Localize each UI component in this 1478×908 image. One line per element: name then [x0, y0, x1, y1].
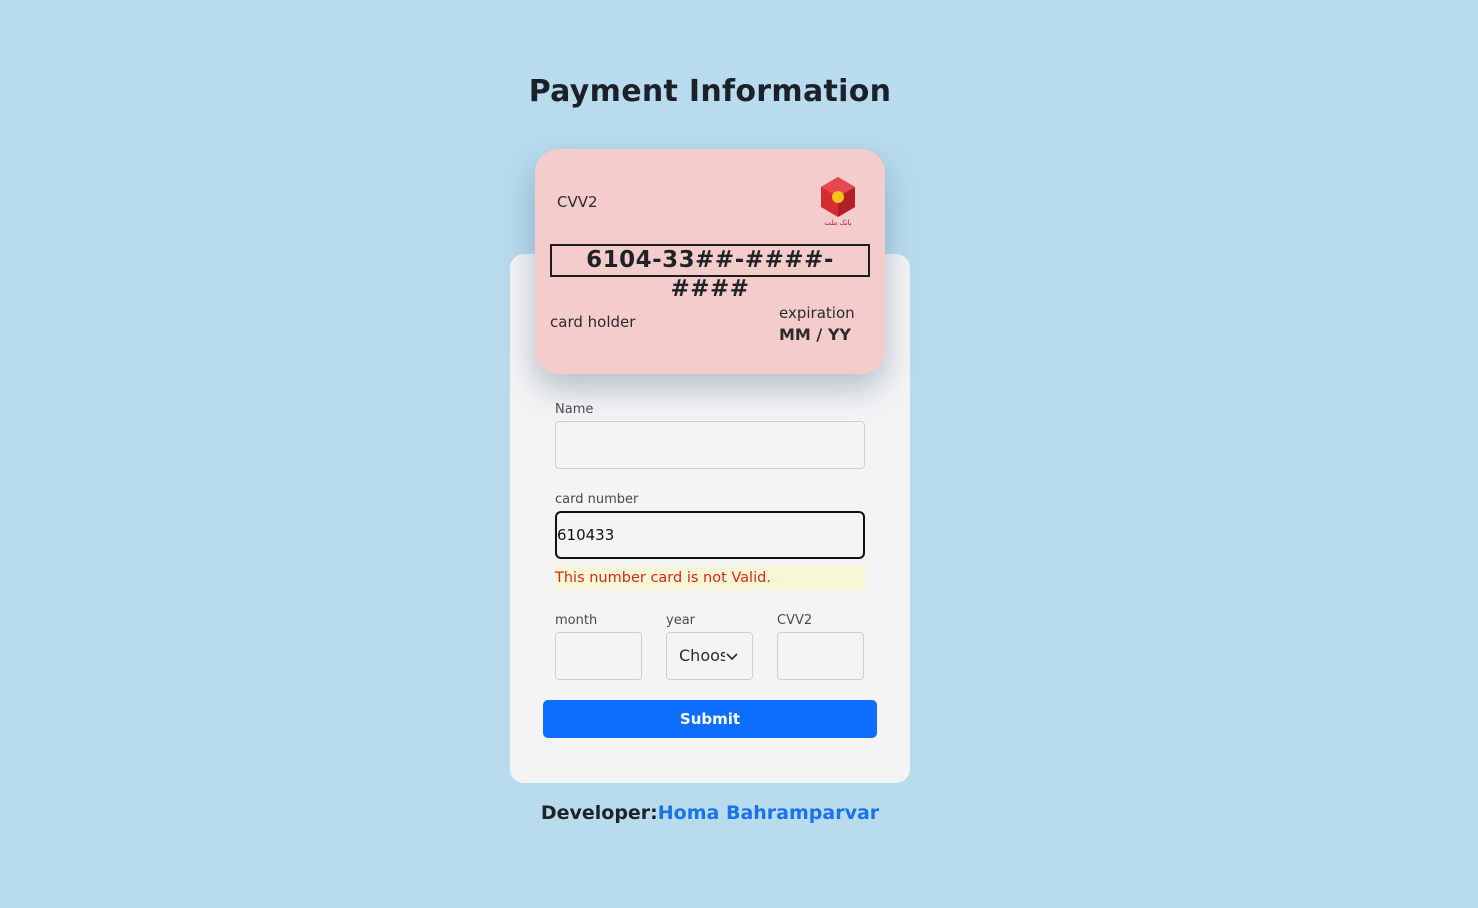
cvv-input[interactable]: [777, 632, 864, 680]
card-cvv-label: CVV2: [557, 193, 598, 211]
card-number-input[interactable]: [555, 511, 865, 559]
card-holder-display: card holder: [550, 313, 636, 331]
name-input[interactable]: [555, 421, 865, 469]
card-number-display: 6104-33##-####-####: [550, 244, 870, 302]
developer-prefix: Developer:: [540, 802, 658, 824]
name-label: Name: [555, 402, 594, 417]
month-label: month: [555, 613, 598, 628]
cvv-label: CVV2: [777, 613, 813, 628]
year-label: year: [666, 613, 696, 628]
developer-name-link[interactable]: Homa Bahramparvar: [658, 802, 879, 824]
card-preview: CVV2 بانک ملت 6104-33##-####-#### card h…: [535, 149, 885, 374]
chevron-down-icon: [726, 653, 738, 661]
year-select-value: Choose: [679, 646, 725, 665]
card-expiration-value: MM / YY: [779, 325, 851, 344]
card-number-error: This number card is not Valid.: [555, 566, 865, 590]
bank-mellat-logo-icon: بانک ملت: [821, 177, 855, 227]
year-select[interactable]: Choose: [666, 632, 753, 680]
svg-text:بانک ملت: بانک ملت: [824, 219, 852, 227]
submit-button[interactable]: Submit: [543, 700, 877, 738]
card-number-label: card number: [555, 492, 639, 507]
month-input[interactable]: [555, 632, 642, 680]
page-title: Payment Information: [528, 74, 892, 109]
developer-credit: Developer:Homa Bahramparvar: [0, 802, 1420, 824]
card-expiration-label: expiration: [779, 304, 855, 322]
